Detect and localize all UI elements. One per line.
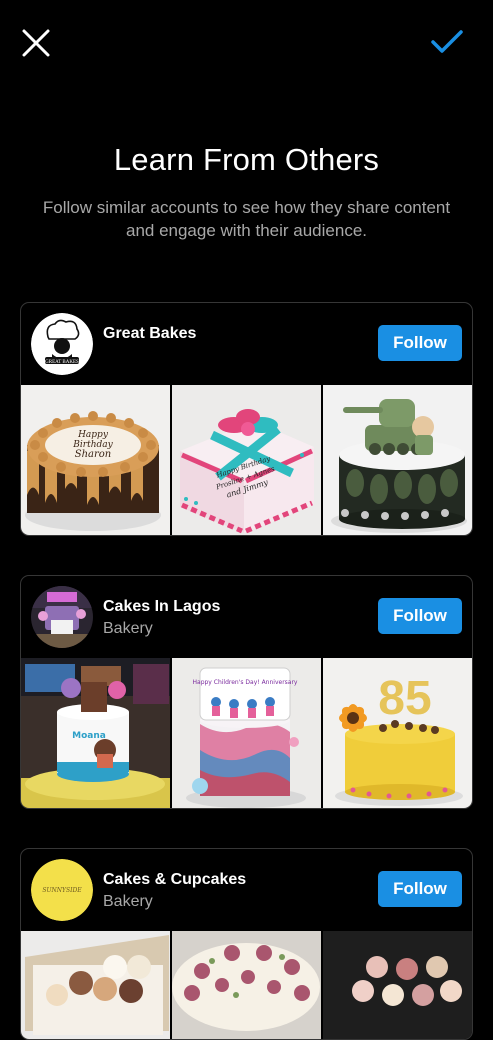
svg-text:SUNNYSIDE: SUNNYSIDE (42, 887, 82, 894)
post-thumbnail[interactable]: Happy Birthday Sharon (21, 385, 170, 535)
svg-text:Happy Children's Day! Annivers: Happy Children's Day! Anniversary (193, 679, 298, 686)
post-thumbnail[interactable] (323, 385, 472, 535)
account-name[interactable]: Cakes In Lagos (103, 598, 220, 616)
svg-text:GREAT BAKES: GREAT BAKES (45, 360, 79, 365)
account-card-cakes-and-cupcakes: SUNNYSIDE Cakes & Cupcakes Bakery Follow (20, 848, 473, 1040)
page-subtitle: Follow similar accounts to see how they … (42, 198, 451, 240)
account-category: Bakery (103, 620, 153, 637)
svg-text:Moana: Moana (72, 731, 106, 741)
close-button[interactable] (18, 25, 54, 61)
account-card-cakes-in-lagos: Cakes In Lagos Bakery Follow Moana Happy… (20, 575, 473, 809)
follow-button[interactable]: Follow (378, 598, 462, 634)
svg-text:Sharon: Sharon (75, 449, 112, 460)
post-thumbnails: Happy Birthday Sharon Happy Birthday Pro… (21, 385, 472, 535)
post-thumbnail[interactable]: Moana (21, 658, 170, 808)
post-thumbnails: Moana Happy Children's Day! Anniversary (21, 658, 472, 808)
account-card-great-bakes: GREAT BAKES Great Bakes Follow Happy Bir… (20, 302, 473, 536)
done-button[interactable] (428, 24, 466, 60)
close-icon (22, 29, 50, 57)
avatar[interactable]: GREAT BAKES (31, 313, 93, 375)
account-header: SUNNYSIDE Cakes & Cupcakes Bakery Follow (21, 849, 472, 931)
page-title: Learn From Others (113, 142, 380, 177)
account-category: Bakery (103, 893, 153, 910)
svg-text:Happy: Happy (77, 430, 109, 440)
checkmark-icon (431, 30, 463, 53)
top-bar (0, 0, 493, 84)
follow-button[interactable]: Follow (378, 871, 462, 907)
avatar[interactable]: SUNNYSIDE (31, 859, 93, 921)
avatar[interactable] (31, 586, 93, 648)
account-name[interactable]: Great Bakes (103, 325, 196, 343)
account-header: GREAT BAKES Great Bakes Follow (21, 303, 472, 385)
svg-text:85: 85 (378, 672, 431, 725)
post-thumbnail[interactable]: 85 (323, 658, 472, 808)
follow-button[interactable]: Follow (378, 325, 462, 361)
account-name[interactable]: Cakes & Cupcakes (103, 871, 246, 889)
post-thumbnail[interactable]: Happy Children's Day! Anniversary (172, 658, 321, 808)
post-thumbnail[interactable]: Happy Birthday Prosline + Agnes and Jimm… (172, 385, 321, 535)
account-header: Cakes In Lagos Bakery Follow (21, 576, 472, 658)
